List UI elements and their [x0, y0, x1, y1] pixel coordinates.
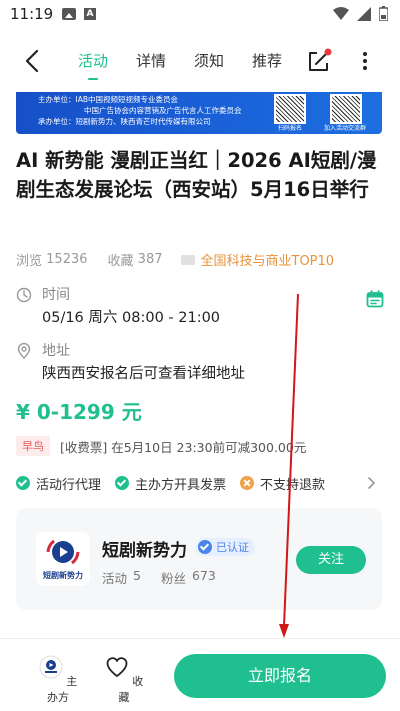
status-time: 11:19	[10, 5, 54, 23]
organizer-logo: 短剧新势力	[36, 532, 90, 586]
verified-check-icon	[198, 540, 212, 554]
verified-label: 已认证	[216, 541, 249, 554]
events-label: 活动	[102, 571, 128, 586]
arrow-head-icon	[279, 624, 289, 638]
time-value: 05/16 周六 08:00 - 21:00	[42, 310, 221, 326]
calendar-icon[interactable]	[366, 290, 384, 308]
battery-icon	[379, 6, 388, 21]
organizer-avatar-icon	[39, 655, 63, 679]
check-circle-icon	[115, 476, 130, 490]
guarantee-label: 活动行代理	[36, 477, 102, 493]
notification-dot-icon	[324, 48, 332, 56]
favorite-button[interactable]: 收藏	[104, 655, 144, 705]
verified-badge: 已认证	[196, 538, 255, 556]
ticket-price: ¥ 0-1299 元	[16, 400, 142, 424]
guarantee-item: 不支持退款	[240, 474, 325, 493]
top-nav-bar: 活动 详情 须知 推荐	[0, 36, 400, 84]
cross-circle-icon	[240, 476, 255, 490]
system-icons	[333, 6, 388, 21]
banner-organizer-line: 承办单位：短剧新势力、陕西青芒时代传媒有限公司	[38, 117, 211, 126]
address-value: 陕西西安报名后可查看详细地址	[42, 366, 245, 382]
organizer-card[interactable]: 短剧新势力 短剧新势力 已认证 活动 5 粉丝 673 关注	[16, 508, 382, 610]
organizer-logo-mark-icon	[46, 539, 80, 565]
rank-badge[interactable]: 全国科技与商业TOP10	[180, 250, 335, 269]
banner-host-line: 主办单位：IAB中国视频短视频专业委员会	[38, 95, 178, 104]
banner-cohost-line: 中国广告协会内容营销及广告代言人工作委员会	[84, 106, 242, 115]
address-label: 地址	[42, 343, 70, 359]
share-icon[interactable]	[306, 48, 332, 74]
follow-button[interactable]: 关注	[296, 546, 366, 574]
fans-count: 673	[191, 568, 216, 583]
location-pin-icon	[17, 343, 31, 359]
register-now-button[interactable]: 立即报名	[174, 654, 386, 698]
organizer-logo-text: 短剧新势力	[43, 571, 83, 580]
check-circle-icon	[16, 476, 30, 490]
guarantee-label: 主办方开具发票	[135, 477, 227, 493]
tab-details[interactable]: 详情	[136, 50, 166, 71]
bottom-action-bar: 主办方 收藏 立即报名	[0, 638, 400, 711]
organizer-name: 短剧新势力	[102, 541, 187, 561]
tab-notice[interactable]: 须知	[194, 50, 224, 71]
favorite-label: 收藏	[118, 675, 144, 704]
back-chevron-icon[interactable]	[20, 48, 46, 74]
early-bird-tag: 早鸟	[16, 436, 50, 456]
signal-icon	[357, 6, 371, 21]
status-bar: 11:19 A	[0, 0, 400, 30]
early-bird-text: [收费票] 在5月10日 23:30前可减300.00元	[60, 439, 307, 455]
events-count: 5	[133, 568, 141, 583]
app-notification-icon: A	[84, 8, 96, 20]
organizer-stats: 活动 5 粉丝 673	[102, 568, 216, 587]
guarantee-item: 活动行代理	[16, 474, 101, 493]
time-label: 时间	[42, 287, 70, 303]
favorites-count: 387	[137, 252, 163, 267]
tab-activity[interactable]: 活动	[78, 50, 108, 80]
nav-tabs: 活动 详情 须知 推荐	[78, 50, 310, 80]
views-label: 浏览	[16, 254, 43, 269]
event-time: 时间 05/16 周六 08:00 - 21:00	[16, 284, 386, 328]
register-qr-code	[274, 94, 306, 124]
heart-icon	[106, 657, 128, 677]
notification-icons: A	[62, 8, 96, 20]
guarantee-label: 不支持退款	[260, 477, 326, 493]
fans-label: 粉丝	[160, 571, 186, 586]
organizer-shortcut-label: 主办方	[47, 675, 78, 704]
wifi-icon	[333, 6, 349, 20]
chevron-right-icon	[368, 477, 375, 489]
early-bird-offer: 早鸟 [收费票] 在5月10日 23:30前可减300.00元	[16, 436, 306, 456]
qr-register-label: 扫码报名	[278, 125, 303, 132]
event-stats: 浏览 15236 收藏 387 全国科技与商业TOP10	[16, 250, 334, 269]
guarantee-item: 主办方开具发票	[115, 474, 226, 493]
more-vertical-icon[interactable]	[356, 50, 374, 72]
event-title: AI 新势能 漫剧正当红｜2026 AI短剧/漫剧生态发展论坛（西安站）5月16…	[16, 149, 377, 201]
event-address[interactable]: 地址 陕西西安报名后可查看详细地址	[16, 340, 386, 384]
favorites-label: 收藏	[107, 254, 134, 269]
ranking-icon	[180, 254, 195, 265]
organizer-shortcut[interactable]: 主办方	[38, 655, 78, 705]
views-count: 15236	[46, 252, 88, 267]
image-notification-icon	[62, 8, 76, 20]
rank-badge-label: 全国科技与商业TOP10	[200, 254, 335, 269]
qr-group-label: 加入活动交流群	[324, 125, 367, 132]
tab-recommend[interactable]: 推荐	[252, 50, 282, 71]
group-qr-code	[330, 94, 362, 124]
service-guarantees[interactable]: 活动行代理 主办方开具发票 不支持退款	[16, 474, 384, 493]
clock-icon	[16, 287, 32, 303]
event-banner-image[interactable]: 主办单位：IAB中国视频短视频专业委员会 中国广告协会内容营销及广告代言人工作委…	[16, 92, 382, 134]
